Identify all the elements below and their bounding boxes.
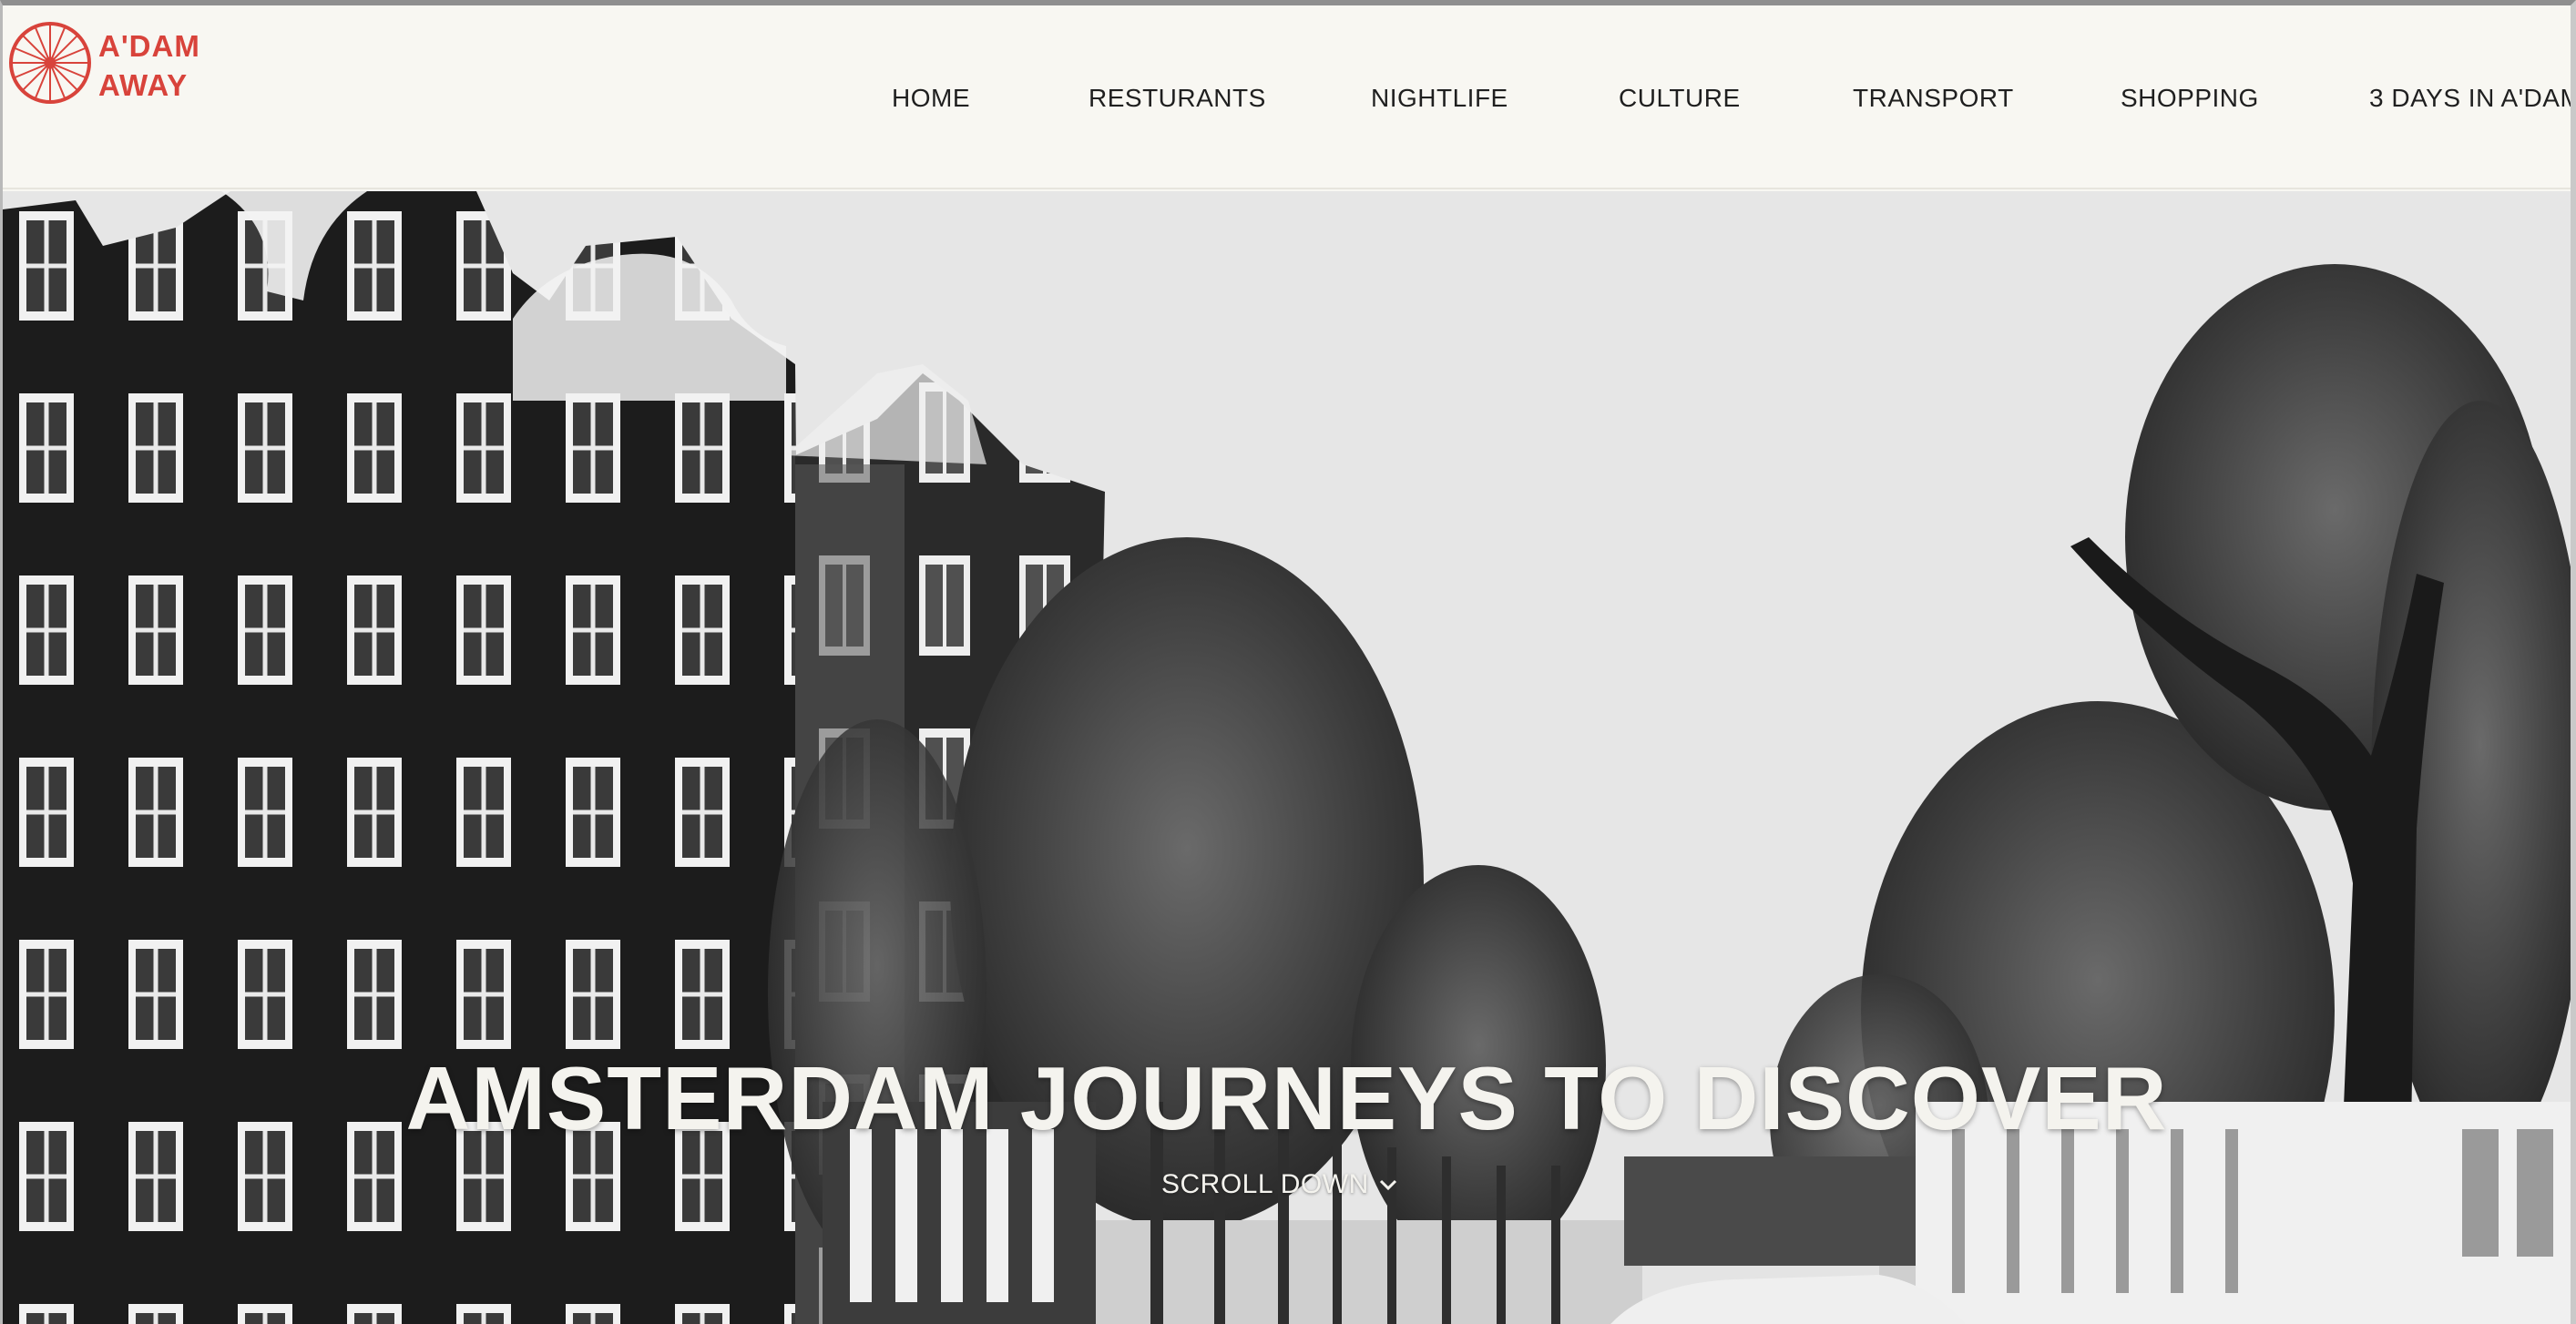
nav-item-3-days[interactable]: 3 DAYS IN A'DAM [2369,84,2571,113]
brand-line-1: A'DAM [98,29,200,63]
hero-section: AMSTERDAM JOURNEYS TO DISCOVER SCROLL DO… [3,191,2571,1324]
nav-item-culture[interactable]: CULTURE [1619,84,1741,113]
nav-item-transport[interactable]: TRANSPORT [1853,84,2014,113]
main-nav: HOME RESTURANTS NIGHTLIFE CULTURE TRANSP… [3,84,2571,120]
hero-title: AMSTERDAM JOURNEYS TO DISCOVER [405,1048,2168,1148]
nav-item-nightlife[interactable]: NIGHTLIFE [1371,84,1508,113]
scroll-down-link[interactable]: SCROLL DOWN [1161,1169,1398,1200]
chevron-down-icon [1379,1179,1396,1191]
nav-item-home[interactable]: HOME [892,84,970,113]
browser-window: A'DAM AWAY HOME RESTURANTS NIGHTLIFE CUL… [0,0,2576,1324]
site-header: A'DAM AWAY HOME RESTURANTS NIGHTLIFE CUL… [3,5,2571,189]
scroll-down-label: SCROLL DOWN [1161,1169,1369,1199]
nav-item-resturants[interactable]: RESTURANTS [1089,84,1266,113]
hero-image [3,191,2571,1324]
nav-item-shopping[interactable]: SHOPPING [2121,84,2259,113]
